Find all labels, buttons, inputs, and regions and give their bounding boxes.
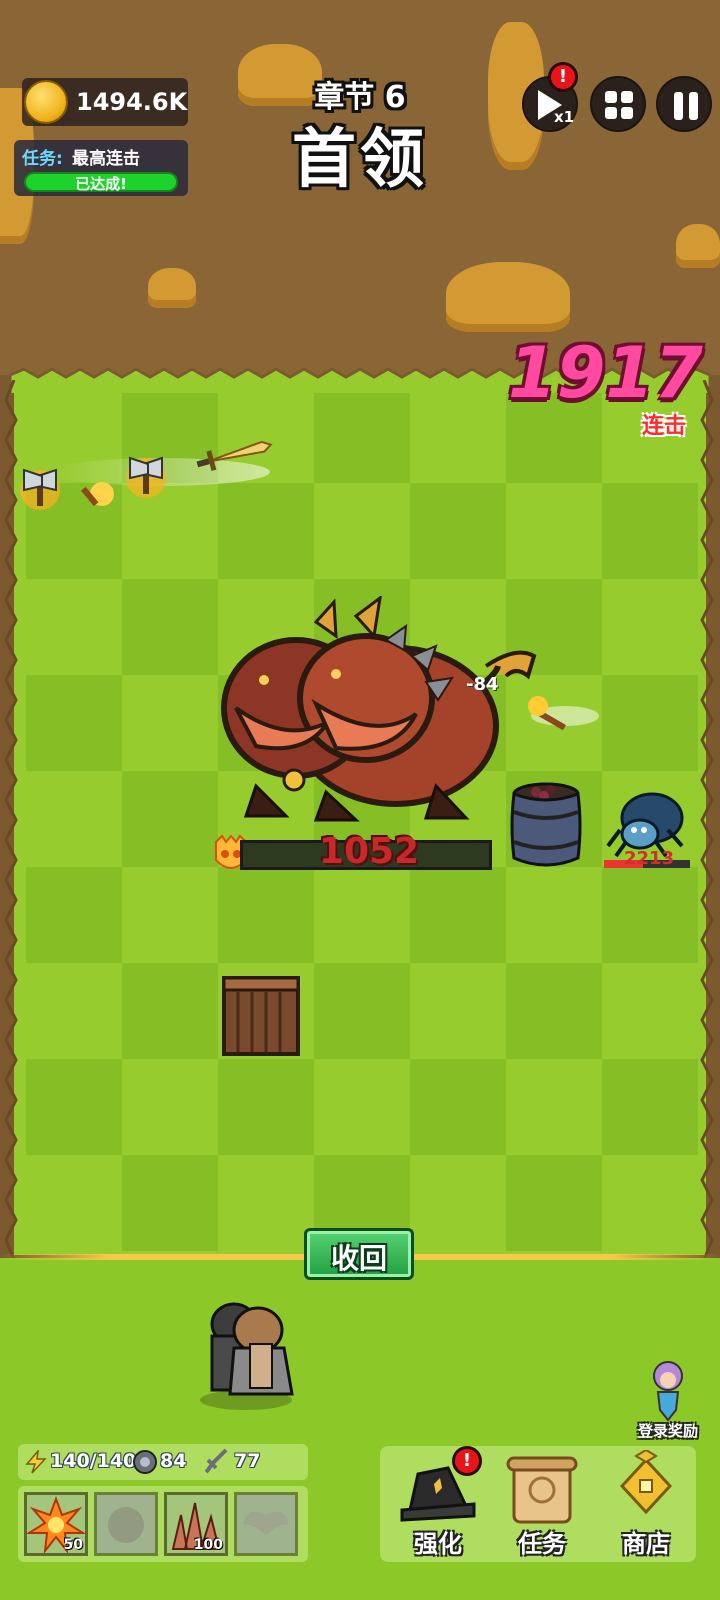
combo-counter: 1917 bbox=[508, 332, 703, 414]
bottom-menu: ! 强化 任务 商店 bbox=[380, 1446, 696, 1562]
skills-bar: 50 100 bbox=[18, 1486, 308, 1562]
damage-popup: -84 bbox=[466, 674, 499, 695]
grid-menu-icon bbox=[605, 91, 633, 119]
mermaid-icon bbox=[653, 1361, 683, 1422]
projectile-trail bbox=[20, 440, 273, 510]
armor-icon bbox=[133, 1450, 157, 1474]
sword-stat-icon bbox=[204, 1448, 228, 1474]
stage-title: 首领 bbox=[292, 123, 428, 197]
upgrade-button[interactable]: ! 强化 bbox=[388, 1446, 488, 1558]
gold-coin-icon bbox=[24, 80, 68, 124]
coin-value: 1494.6K bbox=[76, 88, 188, 116]
locked-wings-icon bbox=[243, 1511, 289, 1535]
bush-decoration bbox=[446, 262, 570, 332]
barrel-obstacle bbox=[510, 782, 582, 867]
task-progress-bar: 已达成! bbox=[24, 172, 178, 193]
stats-bar: 140/140 84 77 bbox=[18, 1444, 308, 1480]
login-reward-label: 登录奖励 bbox=[637, 1422, 698, 1440]
locked-skill-icon bbox=[108, 1507, 144, 1543]
skill-locked[interactable] bbox=[94, 1492, 158, 1556]
shop-button[interactable]: 商店 bbox=[596, 1448, 696, 1558]
scroll-icon bbox=[506, 1456, 578, 1524]
task-text: 最高连击 bbox=[72, 149, 140, 169]
quests-button[interactable]: 任务 bbox=[492, 1450, 592, 1558]
attack-value: 77 bbox=[234, 1450, 261, 1472]
wooden-crate bbox=[222, 976, 300, 1056]
boss-hp-value: 1052 bbox=[318, 831, 420, 872]
pause-icon bbox=[674, 92, 698, 120]
axe-icon bbox=[126, 456, 166, 498]
board-right-edge bbox=[700, 380, 714, 1260]
shop-label: 商店 bbox=[622, 1530, 670, 1558]
armor-value: 84 bbox=[160, 1450, 187, 1472]
bush-decoration bbox=[676, 224, 720, 268]
axe-icon bbox=[20, 468, 60, 510]
task-panel[interactable]: 任务: 最高连击 已达成! bbox=[14, 140, 188, 196]
speed-value: x1 bbox=[554, 108, 575, 126]
recall-label: 收回 bbox=[330, 1242, 387, 1275]
skill-spikes[interactable]: 100 bbox=[164, 1492, 228, 1556]
coin-counter: 1494.6K bbox=[22, 78, 188, 126]
hero-characters bbox=[200, 1302, 294, 1410]
energy-value: 140/140 bbox=[50, 1450, 137, 1472]
spider-hp-value: 2213 bbox=[624, 848, 675, 869]
login-reward-button[interactable]: 登录奖励 bbox=[622, 1360, 712, 1444]
boss-monster bbox=[221, 596, 537, 822]
menu-button[interactable] bbox=[590, 76, 646, 132]
shop-coin-icon bbox=[619, 1448, 673, 1515]
energy-icon bbox=[25, 1450, 47, 1474]
quests-label: 任务 bbox=[518, 1530, 566, 1558]
bush-decoration bbox=[148, 268, 196, 308]
task-status: 已达成! bbox=[75, 175, 127, 193]
pause-button[interactable] bbox=[656, 76, 712, 132]
fire-torch-icon bbox=[80, 482, 114, 507]
skill-locked[interactable] bbox=[234, 1492, 298, 1556]
recall-button[interactable]: 收回 bbox=[304, 1228, 414, 1280]
boss-health-bar: 1052 bbox=[240, 831, 492, 872]
skill-cost: 100 bbox=[193, 1537, 223, 1553]
combo-label: 连击 bbox=[642, 414, 687, 439]
upgrade-label: 强化 bbox=[414, 1530, 462, 1558]
speed-button[interactable]: x1 ! bbox=[522, 62, 578, 132]
alert-badge: ! bbox=[548, 62, 578, 92]
alert-badge: ! bbox=[452, 1446, 482, 1476]
task-label: 任务: bbox=[22, 149, 63, 169]
skill-cost: 50 bbox=[63, 1537, 83, 1553]
skill-explosion[interactable]: 50 bbox=[24, 1492, 88, 1556]
torch-projectile bbox=[528, 696, 599, 731]
